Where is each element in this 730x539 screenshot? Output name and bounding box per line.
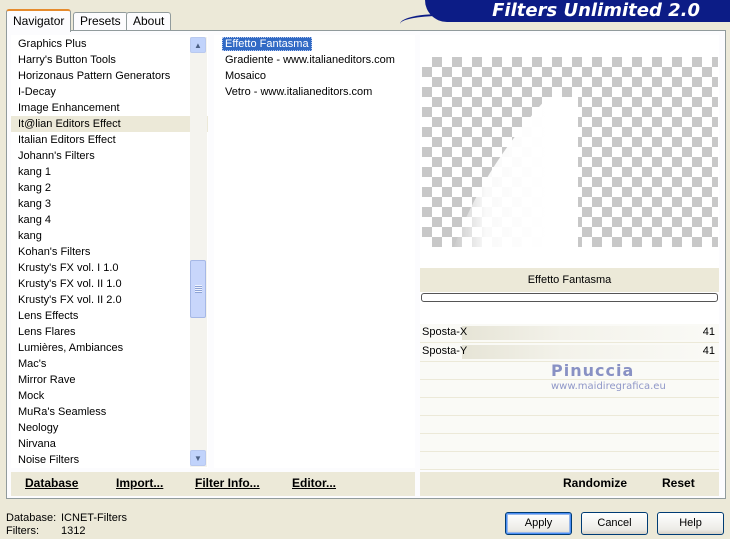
ghost-preview-shape <box>453 97 578 247</box>
database-value: ICNET-Filters <box>61 512 127 524</box>
title-bar: Filters Unlimited 2.0 <box>425 0 730 22</box>
effect-label: Mosaico <box>225 70 266 82</box>
filter-category-item[interactable]: kang 2 <box>11 180 208 196</box>
cancel-button[interactable]: Cancel <box>581 512 648 535</box>
filter-info-button[interactable]: Filter Info... <box>195 476 260 490</box>
filter-category-item[interactable]: Lumières, Ambiances <box>11 340 208 356</box>
filter-category-item[interactable]: Mock <box>11 388 208 404</box>
apply-button[interactable]: Apply <box>505 512 572 535</box>
filter-category-item[interactable]: Krusty's FX vol. II 1.0 <box>11 276 208 292</box>
status-info: Database: ICNET-Filters Filters: 1312 <box>6 512 127 538</box>
filter-category-item[interactable]: Krusty's FX vol. II 2.0 <box>11 292 208 308</box>
empty-param-row <box>420 416 719 434</box>
effect-title: Effetto Fantasma <box>420 268 719 292</box>
filter-category-item[interactable]: I-Decay <box>11 84 208 100</box>
filter-category-item[interactable]: Mirror Rave <box>11 372 208 388</box>
filters-count: 1312 <box>61 525 86 537</box>
progress-bar <box>421 293 718 302</box>
filter-category-item[interactable]: kang 4 <box>11 212 208 228</box>
empty-param-row <box>420 452 719 470</box>
filter-category-item[interactable]: Image Enhancement <box>11 100 208 116</box>
filter-category-item[interactable]: Krusty's FX vol. I 1.0 <box>11 260 208 276</box>
scroll-up-button[interactable]: ▲ <box>190 37 206 53</box>
filter-category-item[interactable]: Kohan's Filters <box>11 244 208 260</box>
param-name: Sposta-X <box>422 326 468 338</box>
effect-item[interactable]: Vetro - www.italianeditors.com <box>214 84 415 100</box>
tab-about[interactable]: About <box>126 12 172 30</box>
scroll-down-button[interactable]: ▼ <box>190 450 206 466</box>
filter-category-item[interactable]: Neology <box>11 420 208 436</box>
filter-category-item[interactable]: Noise Filters <box>11 452 208 468</box>
filter-category-item[interactable]: Lens Effects <box>11 308 208 324</box>
empty-param-row <box>420 434 719 452</box>
filter-category-item[interactable]: Harry's Button Tools <box>11 52 208 68</box>
watermark-name: Pinuccia <box>551 361 635 380</box>
watermark-url: www.maidiregrafica.eu <box>551 381 666 392</box>
filter-category-item[interactable]: kang <box>11 228 208 244</box>
grip-icon <box>195 285 202 293</box>
database-label: Database: <box>6 512 57 524</box>
effect-label: Vetro - www.italianeditors.com <box>225 86 373 98</box>
tab-presets[interactable]: Presets <box>73 12 128 30</box>
import-button[interactable]: Import... <box>116 476 163 490</box>
param-sposta-x[interactable]: Sposta-X 41 <box>420 324 719 343</box>
effect-item[interactable]: Mosaico <box>214 68 415 84</box>
parameter-toolbar: Randomize Reset <box>420 472 719 496</box>
filter-category-item[interactable]: Nirvana <box>11 436 208 452</box>
parameter-list: Sposta-X 41 Sposta-Y 41 <box>420 324 719 470</box>
tab-navigator[interactable]: Navigator <box>6 9 72 32</box>
slider-track[interactable] <box>462 326 712 340</box>
help-button[interactable]: Help <box>657 512 724 535</box>
filters-label: Filters: <box>6 525 39 537</box>
reset-button[interactable]: Reset <box>662 476 695 490</box>
param-value: 41 <box>702 326 715 338</box>
filter-category-item[interactable]: It@lian Editors Effect <box>11 116 208 132</box>
filter-category-item[interactable]: Lens Flares <box>11 324 208 340</box>
filter-category-item[interactable]: kang 1 <box>11 164 208 180</box>
filter-category-item[interactable]: Horizonaus Pattern Generators <box>11 68 208 84</box>
filter-list-scrollbar[interactable]: ▲ ▼ <box>190 37 207 467</box>
filter-category-item[interactable]: Italian Editors Effect <box>11 132 208 148</box>
effect-label: Effetto Fantasma <box>222 37 312 51</box>
filter-category-item[interactable]: kang 3 <box>11 196 208 212</box>
database-button[interactable]: Database <box>25 476 78 490</box>
empty-param-row <box>420 398 719 416</box>
preview-image <box>422 57 718 247</box>
param-name: Sposta-Y <box>422 345 468 357</box>
filter-category-item[interactable]: Graphics Plus <box>11 36 208 52</box>
filter-category-item[interactable]: MuRa's Seamless <box>11 404 208 420</box>
param-sposta-y[interactable]: Sposta-Y 41 <box>420 343 719 362</box>
randomize-button[interactable]: Randomize <box>563 476 627 490</box>
effect-item[interactable]: Effetto Fantasma <box>214 36 415 52</box>
effect-item[interactable]: Gradiente - www.italianeditors.com <box>214 52 415 68</box>
filter-category-item[interactable]: Mac's <box>11 356 208 372</box>
preview-panel: Effetto Fantasma Sposta-X 41 Sposta-Y 41 <box>420 35 719 470</box>
window-title: Filters Unlimited 2.0 <box>492 0 700 21</box>
navigator-toolbar: Database Import... Filter Info... Editor… <box>11 472 415 496</box>
param-value: 41 <box>702 345 715 357</box>
effect-list[interactable]: Effetto Fantasma Gradiente - www.italiane… <box>214 35 415 468</box>
editor-button[interactable]: Editor... <box>292 476 336 490</box>
scroll-thumb[interactable] <box>190 260 206 318</box>
filter-category-item[interactable]: Johann's Filters <box>11 148 208 164</box>
filter-category-list[interactable]: Graphics Plus Harry's Button Tools Horizon… <box>11 35 208 468</box>
effect-label: Gradiente - www.italianeditors.com <box>225 54 395 66</box>
slider-track[interactable] <box>462 345 712 359</box>
